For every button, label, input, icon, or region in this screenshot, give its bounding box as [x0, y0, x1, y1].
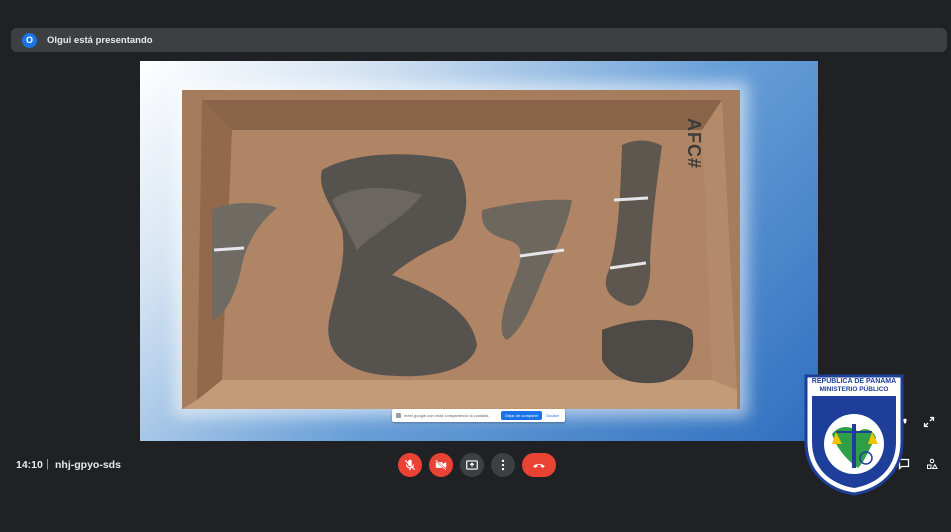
camera-off-icon — [435, 459, 447, 471]
call-end-icon — [533, 463, 545, 468]
logo-line-1: REPÚBLICA DE PANAMÁ — [811, 378, 897, 385]
end-call-button[interactable] — [522, 453, 556, 477]
box-label: AFC# — [684, 118, 704, 170]
presenting-banner: O Olgui está presentando — [11, 28, 947, 52]
cardboard-box-photo — [182, 90, 740, 409]
info-separator: | — [46, 458, 49, 470]
shared-screen: AFC# meet.google.com está compartiendo t… — [140, 61, 818, 441]
activities-icon — [927, 458, 938, 469]
more-options-button[interactable] — [491, 453, 515, 477]
presenter-avatar: O — [22, 32, 37, 48]
meeting-time: 14:10 — [16, 459, 43, 471]
camera-toggle-button[interactable] — [429, 453, 453, 477]
mic-toggle-button[interactable] — [398, 453, 422, 477]
screen-share-icon — [396, 413, 401, 418]
hide-notice-button[interactable]: Ocultar — [546, 413, 559, 418]
institute-logo: REPÚBLICA DE PANAMÁ MINISTERIO PÚBLICO — [802, 372, 906, 496]
screen-share-notice: meet.google.com está compartiendo tu pan… — [392, 409, 565, 422]
shared-photo: AFC# — [182, 90, 740, 409]
present-icon — [466, 460, 478, 470]
meeting-code[interactable]: nhj-gpyo-sds — [55, 459, 121, 471]
mic-off-icon — [404, 459, 416, 471]
present-button[interactable] — [460, 453, 484, 477]
screen-share-text: meet.google.com está compartiendo tu pan… — [404, 413, 490, 418]
activities-button[interactable] — [924, 456, 940, 472]
stop-sharing-button[interactable]: Dejar de compartir — [501, 411, 543, 420]
more-vert-icon — [501, 459, 505, 471]
fullscreen-button[interactable] — [920, 413, 938, 431]
logo-line-2: MINISTERIO PÚBLICO — [819, 386, 889, 393]
presenting-text: Olgui está presentando — [47, 34, 153, 46]
expand-icon — [923, 416, 935, 428]
